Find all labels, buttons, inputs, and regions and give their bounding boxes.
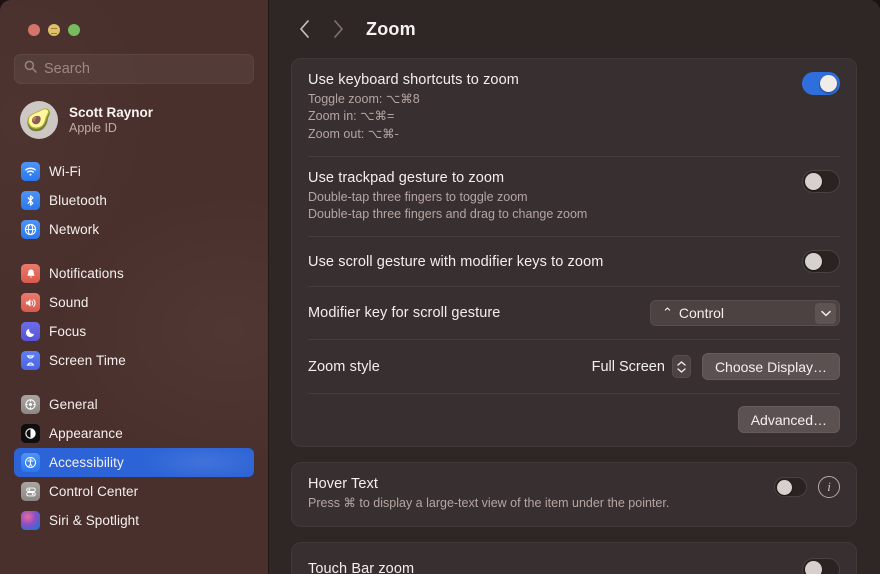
sidebar-item-network[interactable]: Network xyxy=(14,215,254,244)
hover-text-toggle[interactable] xyxy=(774,477,807,498)
sidebar-item-label: Siri & Spotlight xyxy=(49,513,140,528)
forward-button[interactable] xyxy=(323,14,353,44)
row-title: Use scroll gesture with modifier keys to… xyxy=(308,253,604,270)
hover-text-info-button[interactable]: i xyxy=(818,476,840,499)
screen-time-icon xyxy=(21,351,40,370)
sidebar-group-connectivity: Wi-Fi Bluetooth Network xyxy=(14,157,254,244)
avatar: 🥑 xyxy=(20,101,58,139)
zoom-style-value: Full Screen xyxy=(591,358,665,375)
row-title: Use trackpad gesture to zoom xyxy=(308,169,505,186)
general-icon xyxy=(21,395,40,414)
search-input[interactable] xyxy=(44,61,244,77)
zoom-style-select[interactable]: Full Screen xyxy=(591,355,691,379)
sidebar-item-label: Sound xyxy=(49,295,89,310)
shortcut-zoom-in: Zoom in: ⌥⌘= xyxy=(308,109,395,124)
siri-icon xyxy=(21,511,40,530)
zoom-window-button[interactable] xyxy=(68,24,80,36)
row-title: Zoom style xyxy=(308,358,380,375)
sidebar-item-label: Network xyxy=(49,222,100,237)
network-icon xyxy=(21,220,40,239)
hover-text-row: Hover Text Press ⌘ to display a large-te… xyxy=(308,463,840,525)
touch-bar-row: Touch Bar zoom xyxy=(308,543,840,574)
modifier-key-row: Modifier key for scroll gesture ⌃ Contro… xyxy=(308,286,840,339)
control-center-icon xyxy=(21,482,40,501)
trackpad-gesture-row: Use trackpad gesture to zoom Double-tap … xyxy=(308,155,840,237)
scroll-gesture-toggle[interactable] xyxy=(802,250,840,274)
avatar-glyph: 🥑 xyxy=(25,108,53,132)
bluetooth-icon xyxy=(21,191,40,210)
sidebar-item-notifications[interactable]: Notifications xyxy=(14,259,254,288)
appearance-icon xyxy=(21,424,40,443)
modifier-key-value: Control xyxy=(678,305,725,322)
settings-scroll-area[interactable]: Use keyboard shortcuts to zoom Toggle zo… xyxy=(269,58,880,574)
page-title: Zoom xyxy=(366,18,416,39)
row-title: Hover Text xyxy=(308,476,379,493)
window-controls xyxy=(14,0,254,36)
chevron-updown-icon[interactable] xyxy=(671,355,691,379)
apple-id-account-row[interactable]: 🥑 Scott Raynor Apple ID xyxy=(14,84,254,155)
focus-icon xyxy=(21,322,40,341)
trackpad-hint-2: Double-tap three fingers and drag to cha… xyxy=(308,207,588,221)
sidebar-item-focus[interactable]: Focus xyxy=(14,317,254,346)
sidebar-group-general: General Appearance Accessibility Control… xyxy=(14,390,254,535)
search-icon xyxy=(24,60,37,78)
sidebar-group-system: Notifications Sound Focus Screen Time xyxy=(14,259,254,375)
chevron-down-icon xyxy=(815,302,836,324)
row-title: Touch Bar zoom xyxy=(308,561,415,574)
sidebar-item-label: Appearance xyxy=(49,426,123,441)
zoom-style-row: Zoom style Full Screen Choose Display… xyxy=(308,339,840,393)
notifications-icon xyxy=(21,264,40,283)
keyboard-shortcuts-row: Use keyboard shortcuts to zoom Toggle zo… xyxy=(308,59,840,156)
sidebar-item-appearance[interactable]: Appearance xyxy=(14,419,254,448)
sidebar: 🥑 Scott Raynor Apple ID Wi-Fi xyxy=(0,0,269,574)
account-subtitle: Apple ID xyxy=(69,121,117,135)
sidebar-item-general[interactable]: General xyxy=(14,390,254,419)
row-title: Use keyboard shortcuts to zoom xyxy=(308,72,519,88)
control-symbol: ⌃ xyxy=(662,305,673,321)
choose-display-button[interactable]: Choose Display… xyxy=(701,353,840,381)
account-name: Scott Raynor xyxy=(69,105,154,120)
back-button[interactable] xyxy=(289,14,319,44)
wifi-icon xyxy=(21,162,40,181)
shortcut-toggle-zoom: Toggle zoom: ⌥⌘8 xyxy=(308,92,420,106)
row-title: Modifier key for scroll gesture xyxy=(308,305,501,322)
keyboard-shortcuts-toggle[interactable] xyxy=(802,72,840,95)
zoom-settings-card: Use keyboard shortcuts to zoom Toggle zo… xyxy=(291,58,857,448)
sidebar-item-label: Control Center xyxy=(49,484,139,499)
sidebar-item-siri-spotlight[interactable]: Siri & Spotlight xyxy=(14,506,254,535)
modifier-key-dropdown[interactable]: ⌃ Control xyxy=(650,300,840,327)
sidebar-item-label: Accessibility xyxy=(49,455,124,470)
sidebar-item-screen-time[interactable]: Screen Time xyxy=(14,346,254,375)
sidebar-item-bluetooth[interactable]: Bluetooth xyxy=(14,186,254,215)
hover-text-card: Hover Text Press ⌘ to display a large-te… xyxy=(291,462,857,527)
close-button[interactable] xyxy=(28,24,40,36)
system-settings-window: 🥑 Scott Raynor Apple ID Wi-Fi xyxy=(0,0,880,574)
sidebar-item-wifi[interactable]: Wi-Fi xyxy=(14,157,254,186)
sidebar-item-label: Wi-Fi xyxy=(49,164,81,179)
sidebar-item-label: General xyxy=(49,397,98,412)
scroll-gesture-row: Use scroll gesture with modifier keys to… xyxy=(308,236,840,286)
sidebar-item-control-center[interactable]: Control Center xyxy=(14,477,254,506)
sidebar-item-label: Notifications xyxy=(49,266,124,281)
sidebar-item-accessibility[interactable]: Accessibility xyxy=(14,448,254,477)
search-field[interactable] xyxy=(14,54,254,84)
sidebar-item-label: Screen Time xyxy=(49,353,126,368)
minimize-button[interactable] xyxy=(48,24,60,36)
touch-bar-card: Touch Bar zoom xyxy=(291,541,857,574)
sidebar-item-sound[interactable]: Sound xyxy=(14,288,254,317)
advanced-button[interactable]: Advanced… xyxy=(737,406,840,434)
sidebar-item-label: Focus xyxy=(49,324,87,339)
hover-text-description: Press ⌘ to display a large-text view of … xyxy=(308,496,670,511)
touch-bar-toggle[interactable] xyxy=(802,557,840,574)
trackpad-hint-1: Double-tap three fingers to toggle zoom xyxy=(308,189,528,204)
trackpad-gesture-toggle[interactable] xyxy=(802,169,840,193)
content-pane: Zoom Use keyboard shortcuts to zoom Togg… xyxy=(269,0,880,574)
accessibility-icon xyxy=(21,453,40,472)
toolbar: Zoom xyxy=(269,0,880,58)
sidebar-item-label: Bluetooth xyxy=(49,193,107,208)
sound-icon xyxy=(21,293,40,312)
advanced-row: Advanced… xyxy=(308,393,840,446)
shortcut-zoom-out: Zoom out: ⌥⌘- xyxy=(308,126,399,141)
